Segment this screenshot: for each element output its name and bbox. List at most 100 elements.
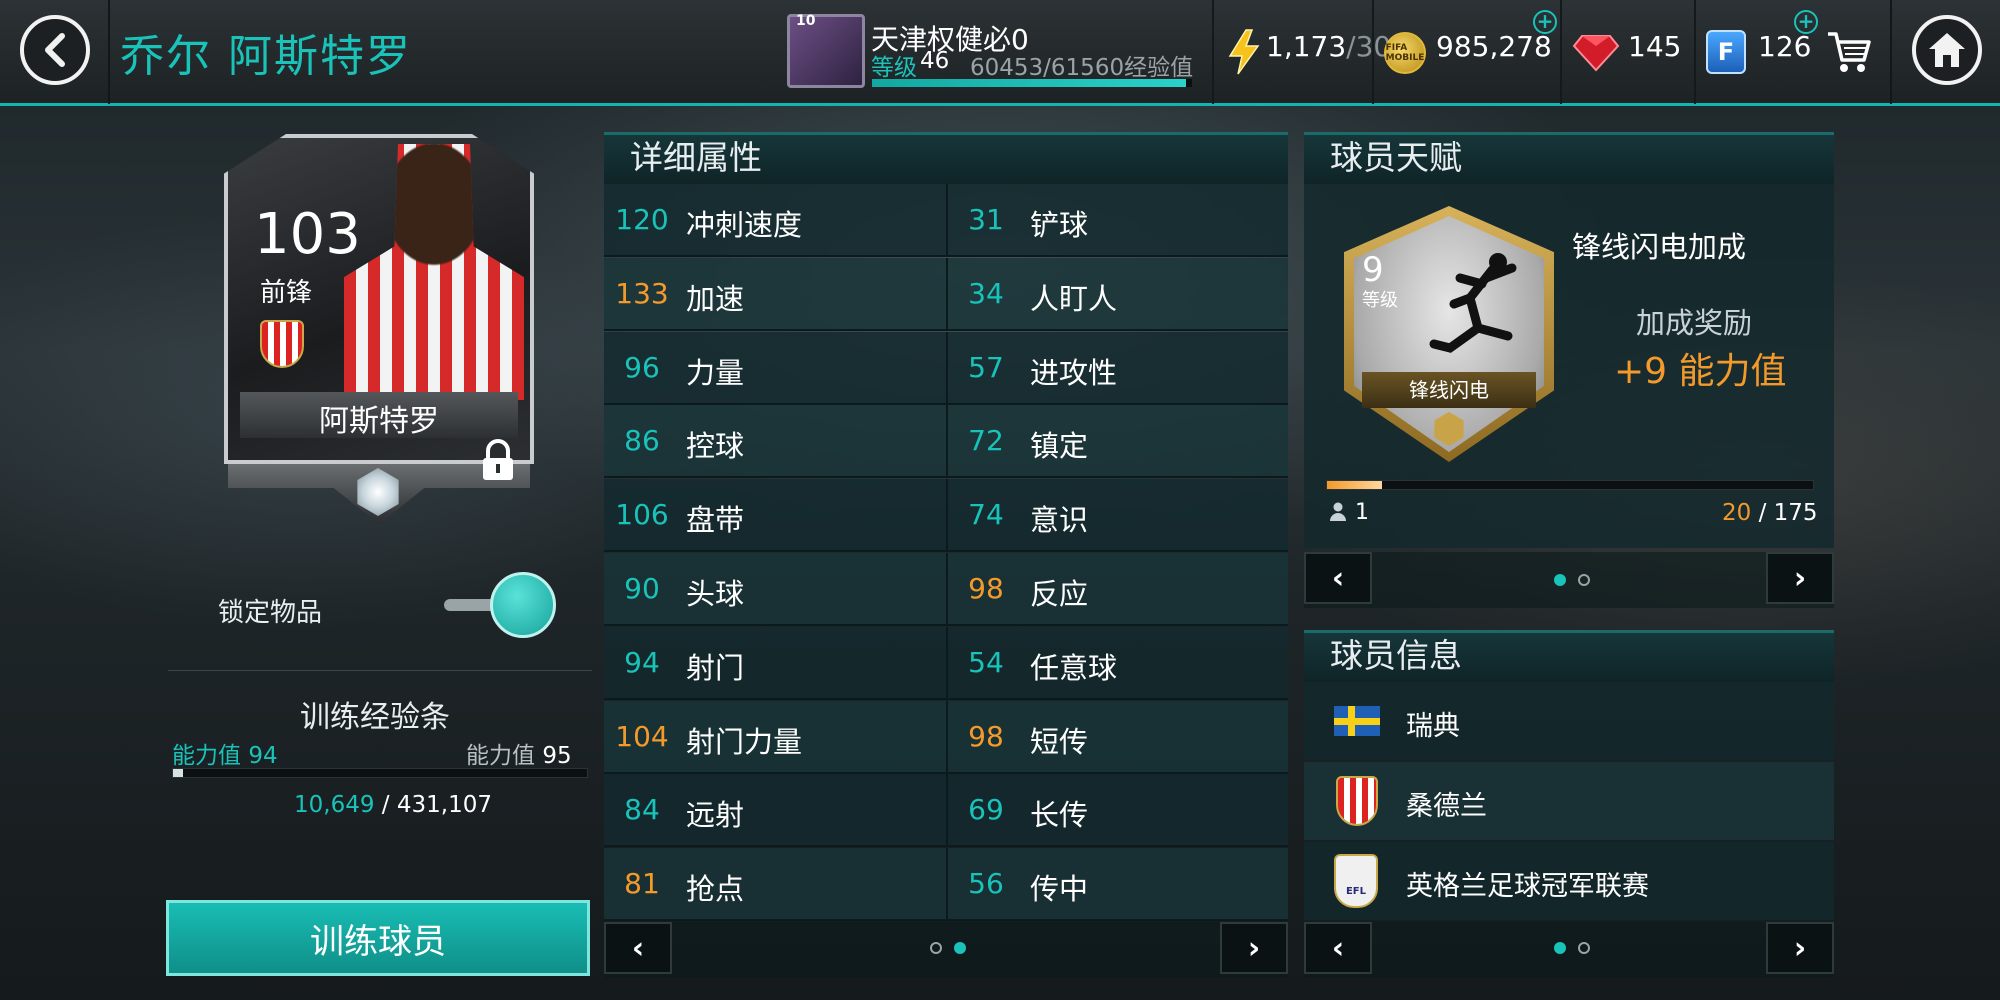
attribute-value: 94 <box>624 645 660 679</box>
talent-badge-name: 锋线闪电 <box>1362 372 1536 408</box>
divider <box>946 553 948 626</box>
divider <box>1212 0 1214 104</box>
attribute-name: 人盯人 <box>1030 281 1118 316</box>
training-left-label: 能力值 <box>172 743 241 769</box>
profile-exp-fill <box>872 79 1187 87</box>
divider <box>946 848 948 922</box>
divider <box>604 771 1288 774</box>
divider <box>946 479 948 553</box>
talent-level-label: 等级 <box>1362 290 1398 311</box>
person-icon <box>1330 502 1346 521</box>
attribute-name: 加速 <box>686 281 745 316</box>
divider <box>946 405 948 479</box>
talent-progress-total: 175 <box>1773 500 1818 526</box>
attribute-name: 远射 <box>686 798 745 833</box>
attribute-name: 短传 <box>1030 724 1089 759</box>
info-club: 桑德兰 <box>1406 791 1487 822</box>
fifa-points-value: 126 <box>1758 30 1812 63</box>
attributes-header: 详细属性 <box>604 132 1288 184</box>
attribute-value: 69 <box>968 793 1004 827</box>
talent-next-button[interactable]: › <box>1766 552 1834 604</box>
divider <box>604 845 1288 848</box>
back-button[interactable] <box>20 15 90 85</box>
divider <box>108 0 110 104</box>
info-header: 球员信息 <box>1304 630 1834 682</box>
attribute-value: 104 <box>615 719 669 753</box>
toggle-knob <box>490 572 556 638</box>
attribute-value: 84 <box>624 793 660 827</box>
fifa-points-icon: F <box>1706 30 1746 74</box>
attribute-name: 传中 <box>1030 872 1089 907</box>
divider <box>1694 0 1696 104</box>
cart-icon[interactable] <box>1826 30 1872 74</box>
attribute-name: 任意球 <box>1030 650 1118 685</box>
talent-progress-text: 20 / 175 <box>1722 500 1818 526</box>
divider <box>946 626 948 700</box>
attribute-value: 34 <box>968 276 1004 310</box>
card-player-name: 阿斯特罗 <box>319 404 439 439</box>
info-next-button[interactable]: › <box>1766 922 1834 974</box>
attribute-name: 盘带 <box>686 503 745 538</box>
talent-prev-button[interactable]: ‹ <box>1304 552 1372 604</box>
league-badge-icon: EFL <box>1334 854 1378 908</box>
attributes-prev-button[interactable]: ‹ <box>604 922 672 974</box>
attribute-row: 86 控球 72 镇定 <box>604 405 1288 479</box>
divider <box>1560 0 1562 104</box>
attribute-name: 抢点 <box>686 872 745 907</box>
talent-pager: ‹ › <box>1304 552 1834 608</box>
training-progress-fill <box>173 769 184 777</box>
info-prev-button[interactable]: ‹ <box>1304 922 1372 974</box>
page-dot <box>1578 942 1590 954</box>
attributes-pager: ‹ › <box>604 922 1288 978</box>
info-nation: 瑞典 <box>1406 711 1460 742</box>
train-player-button[interactable]: 训练球员 <box>166 900 590 976</box>
home-button[interactable] <box>1912 15 1982 85</box>
attribute-value: 86 <box>624 424 660 458</box>
club-badge-icon <box>260 320 304 368</box>
training-title: 训练经验条 <box>300 700 450 735</box>
divider <box>604 255 1288 257</box>
talent-people-count: 1 <box>1355 500 1369 525</box>
attribute-row: 96 力量 57 进攻性 <box>604 331 1288 405</box>
attributes-next-button[interactable]: › <box>1220 922 1288 974</box>
profile-level-label: 等级 <box>871 55 917 81</box>
training-right-label: 能力值 <box>466 743 535 769</box>
bonus-value: +9 能力值 <box>1614 351 1787 392</box>
talent-progress-sep: / <box>1751 500 1774 526</box>
lock-item-label: 锁定物品 <box>218 598 323 628</box>
add-coins-button[interactable]: + <box>1533 10 1557 34</box>
page-dot-active <box>954 942 966 954</box>
lightning-icon <box>1228 29 1260 75</box>
page-dot <box>930 942 942 954</box>
divider <box>604 919 1288 922</box>
attribute-name: 反应 <box>1030 577 1089 611</box>
home-icon <box>1929 33 1965 67</box>
attribute-value: 74 <box>968 498 1004 532</box>
add-points-button[interactable]: + <box>1794 10 1818 34</box>
divider <box>1372 0 1374 104</box>
attribute-value: 98 <box>968 572 1004 605</box>
divider <box>604 328 1288 331</box>
talent-progress-bar <box>1326 480 1814 490</box>
lock-toggle[interactable] <box>440 572 558 638</box>
divider <box>604 550 1288 553</box>
attribute-value: 81 <box>624 867 660 901</box>
training-next-rating: 能力值 95 <box>466 736 572 770</box>
attribute-row: 94 射门 54 任意球 <box>604 626 1288 700</box>
training-exp-sep: / <box>374 792 397 818</box>
page-title: 乔尔 阿斯特罗 <box>120 31 412 82</box>
divider <box>604 476 1288 479</box>
attribute-row: 133 加速 34 人盯人 <box>604 257 1288 331</box>
profile-exp-bar <box>872 79 1192 87</box>
divider <box>1890 0 1892 104</box>
lock-icon <box>483 439 513 480</box>
profile-badge[interactable]: 10 <box>787 13 865 88</box>
profile-exp-text: 60453/61560经验值 <box>970 55 1194 81</box>
attribute-value: 56 <box>968 867 1004 901</box>
card-position: 前锋 <box>260 278 313 308</box>
attribute-value: 90 <box>624 572 660 605</box>
attribute-value: 57 <box>968 350 1004 384</box>
attribute-row: 84 远射 69 长传 <box>604 774 1288 848</box>
training-exp-total: 431,107 <box>396 792 492 818</box>
attribute-value: 31 <box>968 203 1004 236</box>
